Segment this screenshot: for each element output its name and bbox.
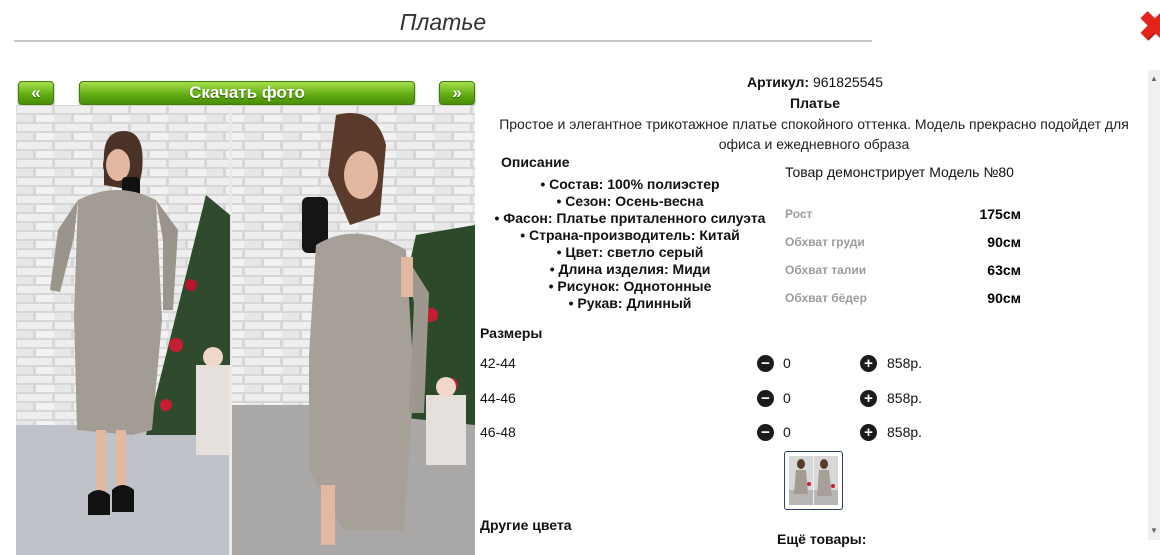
measure-row: Обхват груди 90см [785,234,1025,255]
measure-label: Обхват талии [785,263,867,277]
next-photo-button[interactable]: » [439,81,475,105]
previous-photo-button[interactable]: « [18,81,54,105]
measure-label: Рост [785,207,813,221]
measure-value: 175см [979,206,1021,222]
property-item: • Состав: 100% полиэстер [540,176,720,192]
product-description: Простое и элегантное трикотажное платье … [499,116,1129,152]
properties-list: • Состав: 100% полиэстер • Сезон: Осень-… [480,176,780,312]
close-x-icon[interactable]: ✖ [1138,7,1160,47]
minus-circle-icon[interactable]: − [757,390,774,407]
vertical-scrollbar[interactable]: ▲ ▼ [1148,70,1160,540]
product-name: Платье [790,95,840,111]
measure-row: Обхват бёдер 90см [785,290,1025,311]
article-line: Артикул: 961825545 [520,74,1110,90]
size-label: 42-44 [480,355,516,371]
property-item: • Длина изделия: Миди [549,261,711,277]
download-photo-button[interactable]: Скачать фото [79,81,415,105]
plus-circle-icon[interactable]: + [860,390,877,407]
product-thumbnail[interactable] [784,451,843,510]
plus-circle-icon[interactable]: + [860,355,877,372]
property-item: • Рукав: Длинный [568,295,692,311]
article-value: 961825545 [812,74,884,90]
size-row: 44-46 − 0 + 858р. [480,390,940,410]
quantity-value: 0 [783,355,791,371]
measure-label: Обхват груди [785,235,865,249]
scroll-down-icon[interactable]: ▼ [1150,526,1158,535]
quantity-value: 0 [783,424,791,440]
minus-circle-icon[interactable]: − [757,424,774,441]
price-value: 858р. [887,390,923,406]
property-item: • Цвет: светло серый [556,244,704,260]
measure-value: 90см [987,290,1021,306]
price-value: 858р. [887,355,923,371]
size-label: 46-48 [480,424,516,440]
description-title: Описание [501,154,570,170]
size-label: 44-46 [480,390,516,406]
quantity-value: 0 [783,390,791,406]
plus-circle-icon[interactable]: + [860,424,877,441]
measure-value: 90см [987,234,1021,250]
page-title: Платье [14,8,872,42]
size-row: 42-44 − 0 + 858р. [480,355,940,375]
measure-value: 63см [987,262,1021,278]
property-item: • Фасон: Платье приталенного силуэта [494,210,766,226]
minus-circle-icon[interactable]: − [757,355,774,372]
sizes-title: Размеры [480,325,543,341]
price-value: 858р. [887,424,923,440]
measure-row: Рост 175см [785,206,1025,227]
model-title: Товар демонстрирует Модель №80 [785,164,1014,180]
property-item: • Рисунок: Однотонные [548,278,712,294]
other-colors-title: Другие цвета [480,517,572,533]
property-item: • Страна-производитель: Китай [520,227,740,243]
measure-label: Обхват бёдер [785,291,867,305]
scroll-up-icon[interactable]: ▲ [1150,74,1158,83]
measure-row: Обхват талии 63см [785,262,1025,283]
property-item: • Сезон: Осень-весна [556,193,704,209]
product-photo [16,105,475,555]
more-products-title: Ещё товары: [777,531,867,547]
article-label: Артикул: [746,74,810,90]
size-row: 46-48 − 0 + 858р. [480,424,940,444]
